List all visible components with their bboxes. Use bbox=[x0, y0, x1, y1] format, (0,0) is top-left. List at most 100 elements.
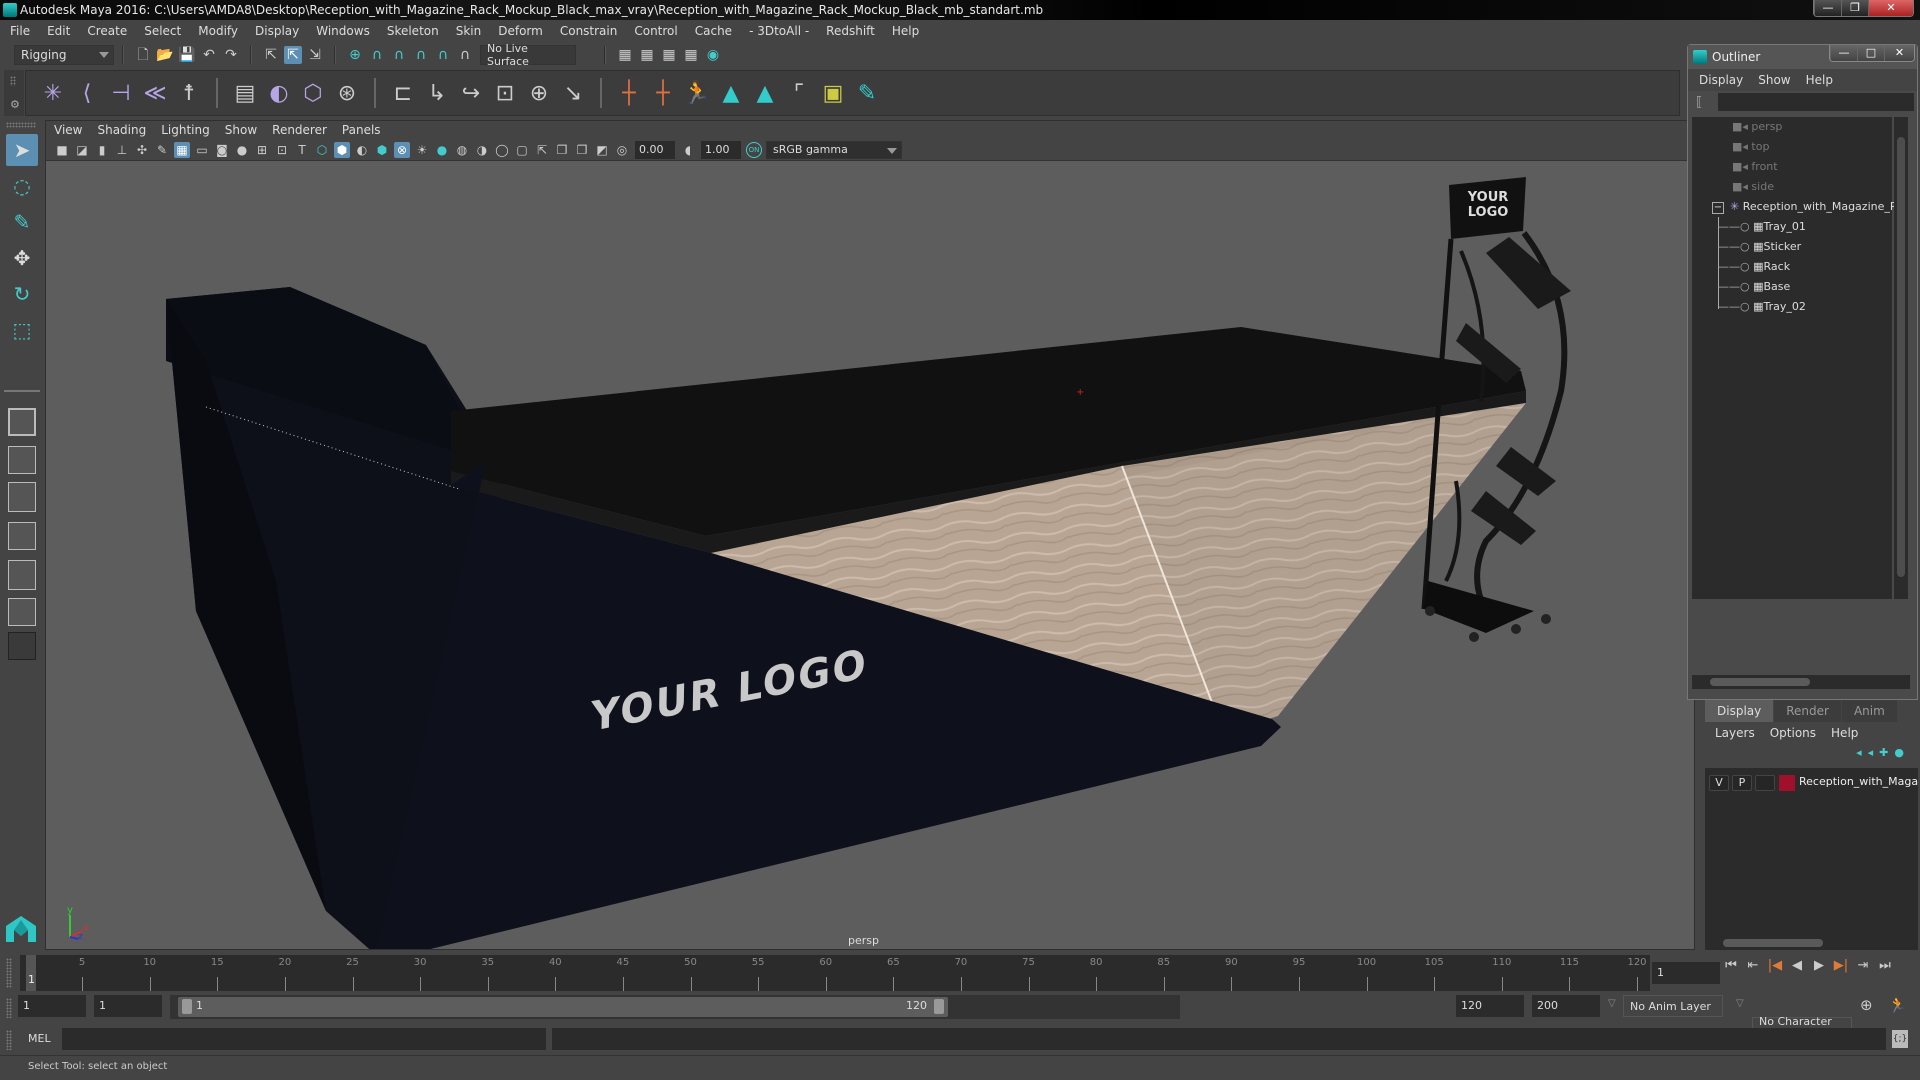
select-component-icon[interactable]: ⇲ bbox=[306, 46, 324, 64]
anti-aliasing-icon[interactable]: ◑ bbox=[474, 142, 490, 158]
image-plane-icon[interactable]: ⊥ bbox=[114, 142, 130, 158]
motion-blur-icon[interactable]: ◍ bbox=[454, 142, 470, 158]
select-tool-icon[interactable]: ➤ bbox=[6, 134, 38, 166]
exposure-icon[interactable]: ◎ bbox=[614, 142, 630, 158]
color-space-dropdown[interactable]: sRGB gamma bbox=[766, 140, 902, 159]
scale-constraint-icon[interactable]: ⊡ bbox=[490, 78, 520, 108]
persp-graph-layout[interactable] bbox=[8, 522, 36, 550]
grid-icon[interactable]: ▦ bbox=[174, 141, 190, 158]
collapse-icon[interactable]: − bbox=[1712, 202, 1724, 214]
safe-action-icon[interactable]: ⊡ bbox=[274, 142, 290, 158]
tree-item-side[interactable]: ■◂ side bbox=[1732, 177, 1774, 197]
render-current-icon[interactable]: ▦ bbox=[638, 46, 656, 64]
new-scene-icon[interactable]: 🗋 bbox=[134, 46, 152, 64]
tree-item-top[interactable]: ■◂ top bbox=[1732, 137, 1769, 157]
joint-tool-icon[interactable]: ✳ bbox=[38, 78, 68, 108]
camera-icon[interactable]: ■ bbox=[54, 142, 70, 158]
layer-visibility-toggle[interactable]: V bbox=[1709, 775, 1729, 791]
smooth-bind-icon[interactable]: ◐ bbox=[264, 78, 294, 108]
go-to-start-button[interactable]: ⏮ bbox=[1720, 958, 1742, 973]
render-view-icon[interactable]: ▦ bbox=[616, 46, 634, 64]
layer-menu-options[interactable]: Options bbox=[1770, 726, 1816, 740]
rotate-tool-icon[interactable]: ↻ bbox=[6, 278, 38, 310]
range-start-handle[interactable] bbox=[182, 999, 192, 1014]
gamma-field[interactable]: 1.00 bbox=[701, 140, 741, 159]
layer-horizontal-scrollbar[interactable] bbox=[1705, 936, 1918, 950]
vp-menu-panels[interactable]: Panels bbox=[342, 123, 381, 137]
insert-joint-icon[interactable]: ⟨ bbox=[72, 78, 102, 108]
menu-redshift[interactable]: Redshift bbox=[826, 24, 875, 38]
outliner-horizontal-scrollbar[interactable] bbox=[1692, 675, 1910, 689]
artisan-brush-icon[interactable]: ✎ bbox=[852, 78, 882, 108]
xray-icon[interactable]: ⇱ bbox=[534, 142, 550, 158]
current-frame-field[interactable]: 1 bbox=[1652, 962, 1720, 984]
auto-key-icon[interactable]: ⊕ bbox=[1860, 996, 1873, 1014]
layer-display-type-toggle[interactable] bbox=[1755, 775, 1775, 791]
exposure-field[interactable]: 0.00 bbox=[635, 140, 675, 159]
backface-culling-icon[interactable]: ◩ bbox=[594, 142, 610, 158]
new-layer-icon[interactable]: ✚ bbox=[1879, 746, 1894, 759]
vp-menu-shading[interactable]: Shading bbox=[97, 123, 146, 137]
play-backwards-button[interactable]: ◀ bbox=[1786, 958, 1808, 973]
ambient-occlusion-icon[interactable]: ● bbox=[434, 142, 450, 158]
ipr-render-icon[interactable]: ▦ bbox=[660, 46, 678, 64]
menu-file[interactable]: File bbox=[10, 24, 30, 38]
snap-grid-icon[interactable]: ⊕ bbox=[346, 46, 364, 64]
field-chart-icon[interactable]: ⊞ bbox=[254, 142, 270, 158]
select-object-icon[interactable]: ⇱ bbox=[284, 46, 302, 64]
anim-end-field[interactable]: 120 bbox=[1456, 995, 1524, 1017]
grease-pencil-icon[interactable]: ✎ bbox=[154, 142, 170, 158]
range-slider[interactable]: 1 120 bbox=[170, 995, 1180, 1019]
vp-menu-lighting[interactable]: Lighting bbox=[161, 123, 210, 137]
shadows-icon[interactable]: ☀ bbox=[414, 142, 430, 158]
bind-skin-icon[interactable]: ▤ bbox=[230, 78, 260, 108]
outliner-close-button[interactable]: ✕ bbox=[1884, 45, 1914, 61]
tree-item-persp[interactable]: ■◂ persp bbox=[1732, 117, 1782, 137]
open-scene-icon[interactable]: 📂 bbox=[156, 46, 174, 64]
blank-icon[interactable]: ⌜ bbox=[784, 78, 814, 108]
persp-outliner-layout[interactable] bbox=[8, 482, 36, 512]
scrollbar-thumb[interactable] bbox=[1710, 678, 1810, 686]
anim-layer-dropdown[interactable]: No Anim Layer bbox=[1623, 995, 1723, 1017]
vp-menu-view[interactable]: View bbox=[54, 123, 82, 137]
camera-attributes-icon[interactable]: ◪ bbox=[74, 142, 90, 158]
outliner-title-bar[interactable]: Outliner — □ ✕ bbox=[1688, 45, 1917, 69]
more-layouts[interactable] bbox=[8, 632, 36, 660]
snap-point-icon[interactable]: ∩ bbox=[390, 46, 408, 64]
command-input[interactable] bbox=[62, 1028, 546, 1050]
outliner-menu-display[interactable]: Display bbox=[1699, 73, 1743, 87]
maya-m2-icon[interactable]: ▲ bbox=[750, 78, 780, 108]
layer-menu-layers[interactable]: Layers bbox=[1715, 726, 1755, 740]
anim-layer-dropdown-arrow[interactable]: ▽ bbox=[1608, 998, 1616, 1009]
menu-skin[interactable]: Skin bbox=[456, 24, 482, 38]
outliner-vertical-scrollbar[interactable] bbox=[1894, 117, 1908, 599]
xray-components-icon[interactable]: ❐ bbox=[574, 142, 590, 158]
tree-item-rack[interactable]: ——○ ▦Rack bbox=[1718, 257, 1790, 277]
lasso-tool-icon[interactable]: ◌ bbox=[6, 170, 38, 202]
restore-button[interactable]: ❐ bbox=[1841, 0, 1868, 16]
snap-projected-icon[interactable]: ∩ bbox=[412, 46, 430, 64]
orient-constraint-icon[interactable]: ↪ bbox=[456, 78, 486, 108]
menu-edit[interactable]: Edit bbox=[47, 24, 70, 38]
scrollbar-thumb[interactable] bbox=[1723, 939, 1823, 947]
menu-display[interactable]: Display bbox=[255, 24, 299, 38]
layer-row[interactable]: V P Reception_with_Maga bbox=[1705, 768, 1918, 798]
vp-menu-show[interactable]: Show bbox=[225, 123, 257, 137]
play-forwards-button[interactable]: ▶ bbox=[1808, 958, 1830, 973]
viewport-panel[interactable]: View Shading Lighting Show Renderer Pane… bbox=[45, 120, 1695, 950]
tab-render[interactable]: Render bbox=[1774, 700, 1841, 722]
move-tool-icon[interactable]: ✥ bbox=[6, 242, 38, 274]
animation-preferences-icon[interactable]: 🏃 bbox=[1888, 996, 1907, 1014]
outliner-minimize-button[interactable]: — bbox=[1830, 45, 1857, 61]
outliner-menu-help[interactable]: Help bbox=[1806, 73, 1833, 87]
step-forward-frame-button[interactable]: ▶| bbox=[1830, 958, 1852, 973]
minimize-button[interactable]: — bbox=[1814, 0, 1841, 16]
menu-create[interactable]: Create bbox=[87, 24, 127, 38]
character-icon[interactable]: 🏃 bbox=[682, 78, 712, 108]
range-slider-track[interactable] bbox=[178, 997, 948, 1017]
anim-start-field[interactable]: 1 bbox=[94, 995, 162, 1017]
tab-anim[interactable]: Anim bbox=[1841, 700, 1897, 722]
tree-item-base[interactable]: ——○ ▦Base bbox=[1718, 277, 1790, 297]
start-time-field[interactable]: 1 bbox=[18, 995, 86, 1017]
range-end-handle[interactable] bbox=[934, 999, 944, 1014]
